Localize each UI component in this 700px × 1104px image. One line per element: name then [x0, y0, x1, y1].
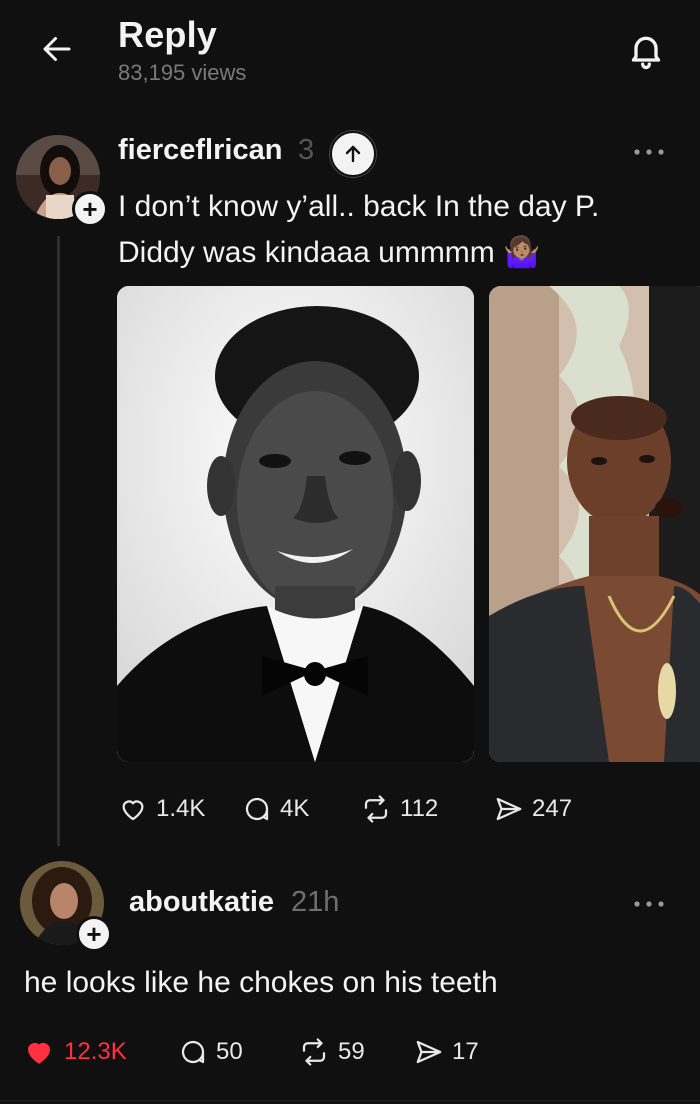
more-options-button[interactable] [628, 140, 670, 164]
post-timestamp: 3 [298, 134, 315, 166]
heart-icon [122, 800, 144, 821]
view-count: 83,195 views [118, 60, 247, 85]
more-horizontal-icon [634, 149, 664, 155]
comment-icon [245, 797, 269, 821]
reply-button[interactable]: 4K [242, 794, 360, 824]
post-text: I don’t know y’all.. back In the day P. … [118, 190, 600, 269]
repost-icon [302, 1038, 326, 1066]
bell-icon [631, 36, 661, 70]
reply-text: he looks like he chokes on his teeth [24, 966, 498, 999]
share-count: 17 [452, 1038, 479, 1065]
post-image-2[interactable] [489, 286, 700, 762]
post-actions: 1.4K 4K 112 247 [118, 794, 572, 824]
post-username[interactable]: fierceflrican [118, 134, 282, 167]
divider [0, 1100, 700, 1101]
reply-actions: 12.3K 50 59 17 [22, 1036, 479, 1068]
repost-count: 59 [338, 1038, 365, 1065]
share-count: 247 [532, 795, 573, 822]
post-image-1[interactable] [117, 286, 474, 762]
portrait-photo [117, 286, 474, 762]
comment-icon [181, 1040, 205, 1064]
reply-button[interactable]: 50 [178, 1037, 298, 1067]
send-icon [416, 1040, 442, 1064]
follow-plus-icon[interactable]: + [76, 916, 112, 952]
reply-count: 4K [280, 795, 310, 822]
follow-plus-icon[interactable]: + [72, 191, 108, 227]
send-icon [496, 797, 522, 821]
arrow-up-icon [345, 145, 361, 163]
like-count: 12.3K [64, 1038, 127, 1065]
more-horizontal-icon [634, 901, 664, 907]
reply-timestamp: 21h [291, 886, 340, 918]
repost-button[interactable]: 59 [298, 1037, 414, 1067]
like-count: 1.4K [156, 795, 206, 822]
arrow-left-icon [43, 37, 71, 61]
scroll-up-button[interactable] [330, 131, 376, 177]
more-options-button[interactable] [628, 892, 670, 916]
notifications-button[interactable] [620, 24, 672, 76]
repost-count: 112 [400, 795, 439, 822]
repost-button[interactable]: 112 [360, 794, 494, 824]
second-photo [489, 286, 700, 762]
reply-username[interactable]: aboutkatie [129, 886, 274, 919]
reply-count: 50 [216, 1038, 243, 1065]
heart-filled-icon [28, 1043, 50, 1064]
like-button[interactable]: 12.3K [22, 1036, 178, 1068]
back-button[interactable] [34, 26, 80, 72]
like-button[interactable]: 1.4K [118, 794, 242, 824]
page-title: Reply [118, 14, 218, 55]
thread-line [57, 236, 60, 846]
repost-icon [364, 795, 388, 823]
share-button[interactable]: 17 [414, 1037, 479, 1067]
share-button[interactable]: 247 [494, 794, 572, 824]
